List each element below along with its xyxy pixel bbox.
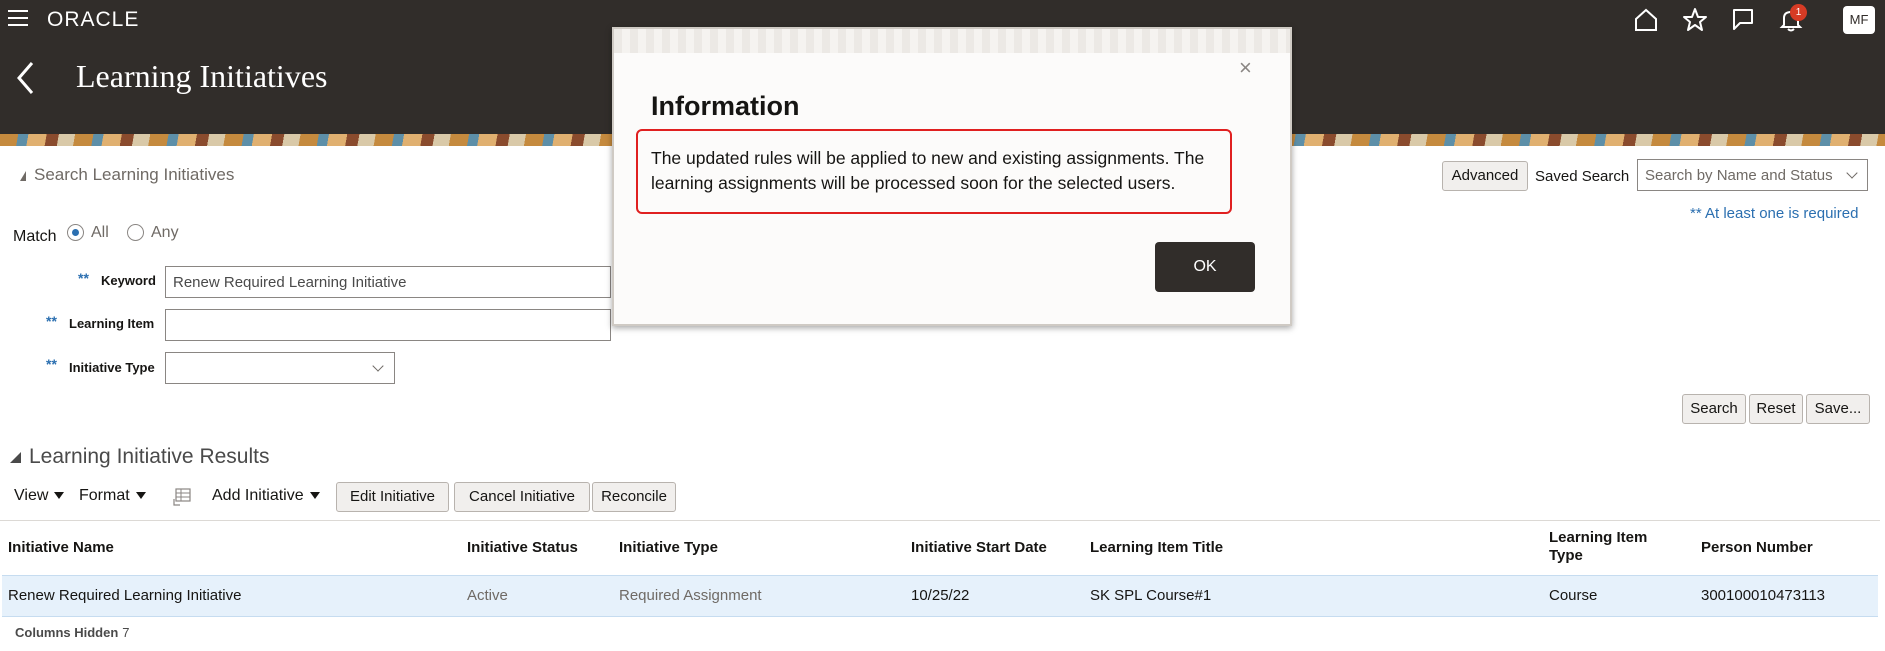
column-header[interactable]: Learning Item Title [1090, 539, 1223, 556]
required-marker: ** [46, 356, 57, 372]
search-button[interactable]: Search [1682, 394, 1746, 424]
results-section-header[interactable]: Learning Initiative Results [10, 445, 269, 469]
cell-initiative-name[interactable]: Renew Required Learning Initiative [8, 587, 241, 604]
format-menu-label: Format [79, 487, 130, 504]
cell-start-date: 10/25/22 [911, 587, 970, 604]
home-icon[interactable] [1633, 7, 1659, 33]
required-marker: ** [46, 313, 57, 329]
initiative-type-label: Initiative Type [69, 360, 155, 375]
view-menu-label: View [14, 487, 49, 504]
learning-item-label: Learning Item [69, 316, 155, 331]
caret-down-icon [54, 492, 65, 500]
caret-down-icon [309, 492, 320, 500]
column-header[interactable]: Learning Item Type [1549, 529, 1659, 565]
hamburger-icon[interactable] [8, 10, 28, 26]
cell-initiative-type: Required Assignment [619, 587, 762, 604]
search-section-title: Search Learning Initiatives [34, 165, 235, 184]
close-icon[interactable]: × [1239, 55, 1252, 81]
columns-hidden-label: Columns Hidden [15, 625, 119, 640]
column-header[interactable]: Initiative Start Date [911, 539, 1047, 556]
cancel-initiative-button[interactable]: Cancel Initiative [454, 482, 590, 512]
saved-search-label: Saved Search [1535, 168, 1630, 185]
search-section-header[interactable]: Search Learning Initiatives [20, 165, 234, 185]
learning-item-input[interactable] [165, 309, 611, 341]
cell-learning-item-title: SK SPL Course#1 [1090, 587, 1212, 604]
match-all-radio[interactable] [67, 224, 84, 241]
column-freeze-icon[interactable] [172, 487, 192, 507]
keyword-input[interactable] [165, 266, 611, 298]
columns-hidden-status: Columns Hidden 7 [15, 625, 130, 640]
format-menu[interactable]: Format [79, 487, 146, 505]
reset-button[interactable]: Reset [1749, 394, 1803, 424]
collapse-triangle-icon[interactable] [20, 170, 26, 181]
required-marker: ** [78, 270, 89, 286]
match-label: Match [13, 228, 57, 245]
divider [0, 520, 1880, 521]
notification-badge: 1 [1790, 4, 1807, 21]
chevron-down-icon [372, 360, 384, 372]
view-menu[interactable]: View [14, 487, 65, 505]
initiative-type-select[interactable] [165, 352, 395, 384]
flag-icon[interactable] [1730, 7, 1756, 33]
columns-hidden-count: 7 [122, 625, 130, 640]
caret-down-icon [135, 492, 146, 500]
match-all-label: All [91, 224, 109, 241]
keyword-label: Keyword [101, 273, 156, 288]
add-initiative-menu[interactable]: Add Initiative [212, 487, 320, 505]
oracle-logo: ORACLE [47, 8, 140, 31]
advanced-button[interactable]: Advanced [1442, 161, 1528, 191]
dialog-message: The updated rules will be applied to new… [651, 148, 1205, 193]
saved-search-placeholder: Search by Name and Status [1645, 167, 1833, 184]
column-header[interactable]: Initiative Name [8, 539, 114, 556]
back-arrow-icon[interactable] [14, 60, 38, 96]
required-hint: ** At least one is required [1690, 205, 1859, 222]
collapse-triangle-icon[interactable] [10, 452, 21, 463]
add-initiative-label: Add Initiative [212, 487, 304, 504]
column-header[interactable]: Initiative Status [467, 539, 578, 556]
edit-initiative-button[interactable]: Edit Initiative [336, 482, 449, 512]
reconcile-button[interactable]: Reconcile [592, 482, 676, 512]
page-title: Learning Initiatives [76, 58, 328, 94]
saved-search-select[interactable]: Search by Name and Status [1637, 159, 1868, 191]
match-any-label: Any [151, 224, 179, 241]
column-header[interactable]: Person Number [1701, 539, 1813, 556]
user-avatar[interactable]: MF [1843, 6, 1875, 34]
dialog-drag-handle[interactable] [614, 29, 1290, 53]
cell-person-number: 300100010473113 [1701, 587, 1826, 604]
information-dialog: × Information The updated rules will be … [612, 27, 1292, 326]
save-button[interactable]: Save... [1806, 394, 1870, 424]
column-header[interactable]: Initiative Type [619, 539, 718, 556]
ok-button[interactable]: OK [1155, 242, 1255, 292]
cell-learning-item-type: Course [1549, 587, 1598, 604]
dialog-title: Information [651, 91, 800, 121]
chevron-down-icon [1846, 167, 1858, 179]
results-section-title: Learning Initiative Results [29, 445, 270, 468]
cell-initiative-status: Active [467, 587, 508, 604]
star-icon[interactable] [1682, 7, 1708, 33]
match-any-radio[interactable] [127, 224, 144, 241]
